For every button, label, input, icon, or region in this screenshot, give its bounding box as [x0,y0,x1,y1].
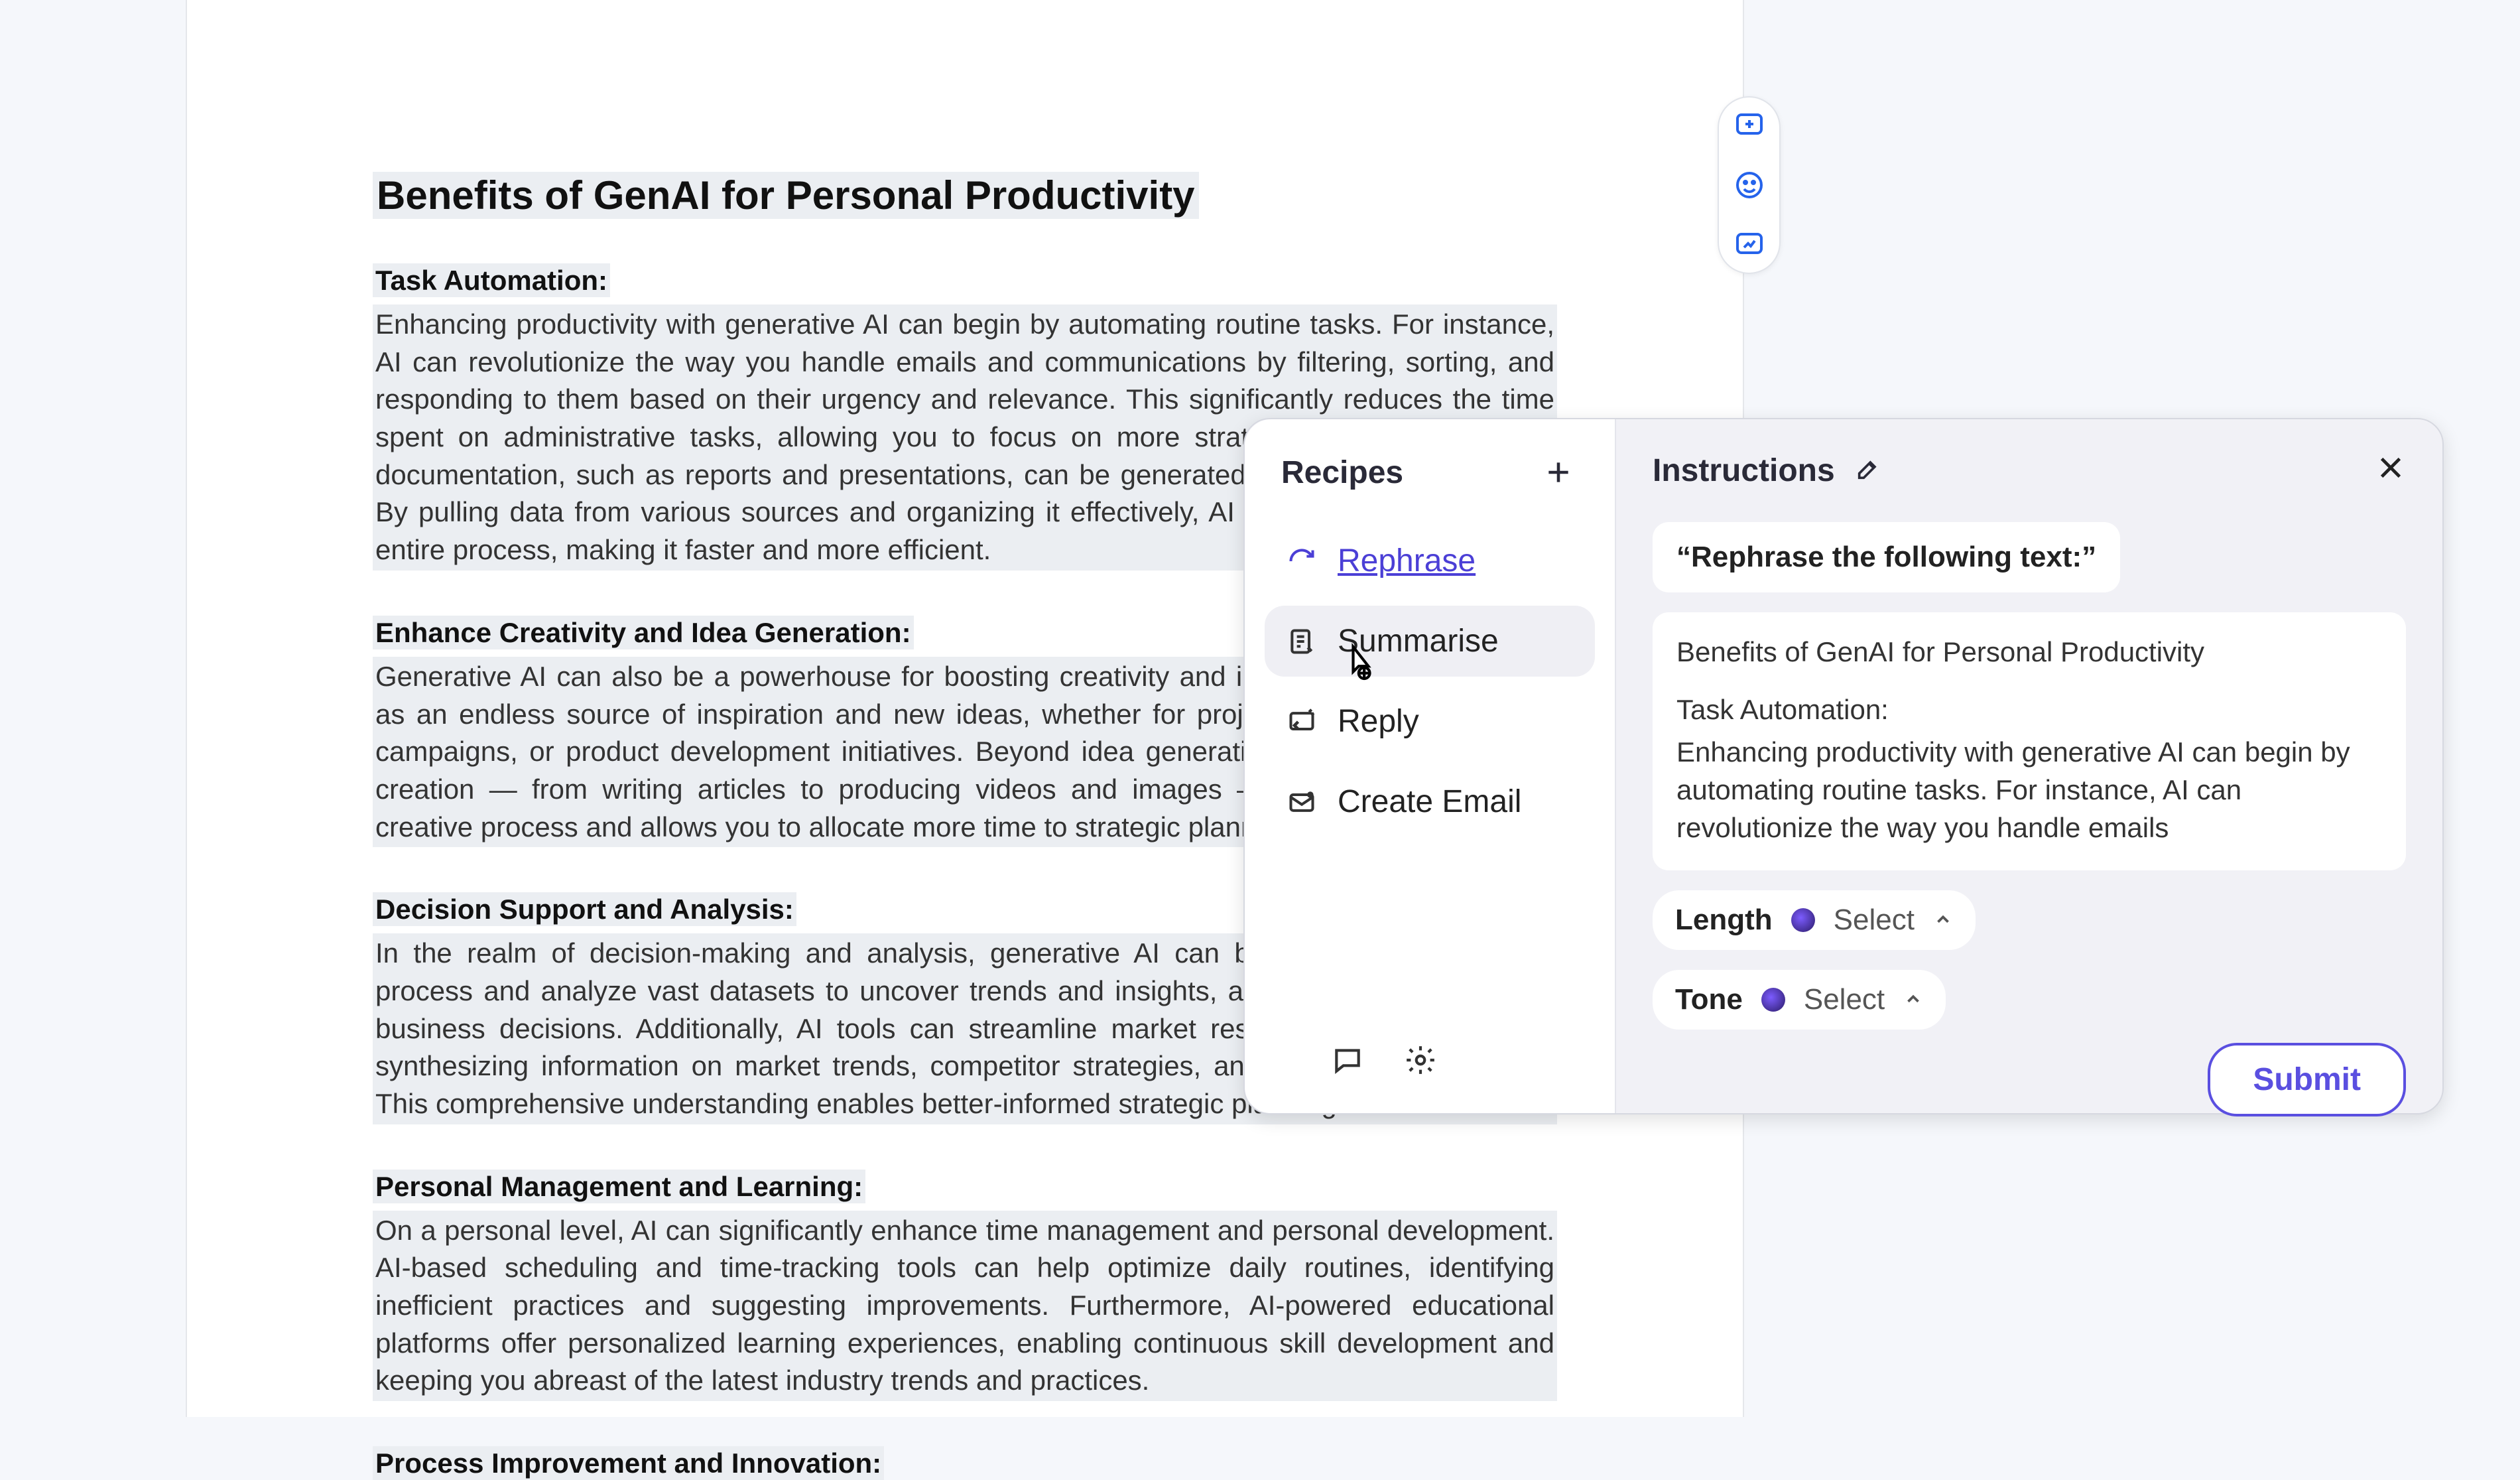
instructions-header: Instructions [1653,452,2406,489]
suggest-icon[interactable] [1733,229,1765,261]
sparkle-icon [1761,988,1785,1012]
section-process: Process Improvement and Innovation: [373,1447,1557,1479]
section-heading: Personal Management and Learning: [373,1170,865,1203]
add-recipe-button[interactable] [1539,452,1578,492]
chevron-up-icon [1933,904,1953,937]
edit-icon[interactable] [1855,456,1881,486]
section-heading: Process Improvement and Innovation: [373,1446,884,1480]
context-subheading: Task Automation: [1676,691,2382,729]
floating-toolbar [1718,96,1781,274]
recipe-list: Rephrase Summarise Reply Create Email [1245,512,1615,850]
recipes-header: Recipes [1245,419,1615,512]
tone-label: Tone [1675,983,1743,1016]
section-heading: Enhance Creativity and Idea Generation: [373,616,914,649]
recipe-label: Reply [1338,703,1419,740]
context-box: Benefits of GenAI for Personal Productiv… [1653,612,2406,870]
settings-icon[interactable] [1404,1043,1437,1080]
submit-row: Submit [1653,1030,2406,1116]
section-personal: Personal Management and Learning: On a p… [373,1171,1557,1401]
length-label: Length [1675,904,1773,937]
chevron-up-icon [1903,983,1923,1016]
length-value: Select [1834,904,1915,937]
length-select[interactable]: Length Select [1653,890,1976,950]
recipe-label: Rephrase [1338,543,1476,579]
sparkle-icon [1791,908,1815,932]
recipe-summarise[interactable]: Summarise [1265,606,1595,677]
instructions-title: Instructions [1653,452,1835,489]
emoji-icon[interactable] [1733,169,1765,201]
recipe-rephrase[interactable]: Rephrase [1265,525,1595,596]
prompt-chip: “Rephrase the following text:” [1653,522,2120,592]
recipe-label: Create Email [1338,783,1521,820]
add-comment-icon[interactable] [1733,109,1765,141]
submit-button[interactable]: Submit [2208,1043,2406,1116]
recipes-pane: Recipes Rephrase Summarise [1245,419,1616,1113]
tone-value: Select [1804,983,1885,1016]
refresh-icon [1285,547,1319,576]
recipe-create-email[interactable]: Create Email [1265,766,1595,837]
ai-popover: Recipes Rephrase Summarise [1243,418,2444,1114]
close-button[interactable] [2375,452,2406,486]
section-heading: Task Automation: [373,263,610,297]
recipe-label: Summarise [1338,623,1499,659]
instructions-pane: Instructions “Rephrase the following tex… [1616,419,2442,1113]
reply-icon [1285,707,1319,736]
chat-icon[interactable] [1331,1043,1364,1080]
recipes-title: Recipes [1281,454,1403,491]
document-title: Benefits of GenAI for Personal Productiv… [373,172,1199,219]
recipe-reply[interactable]: Reply [1265,686,1595,757]
create-email-icon [1285,787,1319,817]
recipes-footer [1245,1017,1615,1113]
context-title: Benefits of GenAI for Personal Productiv… [1676,634,2382,671]
summary-icon [1285,627,1319,656]
context-body: Enhancing productivity with generative A… [1676,734,2382,846]
section-heading: Decision Support and Analysis: [373,892,796,926]
section-body: On a personal level, AI can significantl… [373,1211,1557,1401]
tone-select[interactable]: Tone Select [1653,970,1946,1030]
